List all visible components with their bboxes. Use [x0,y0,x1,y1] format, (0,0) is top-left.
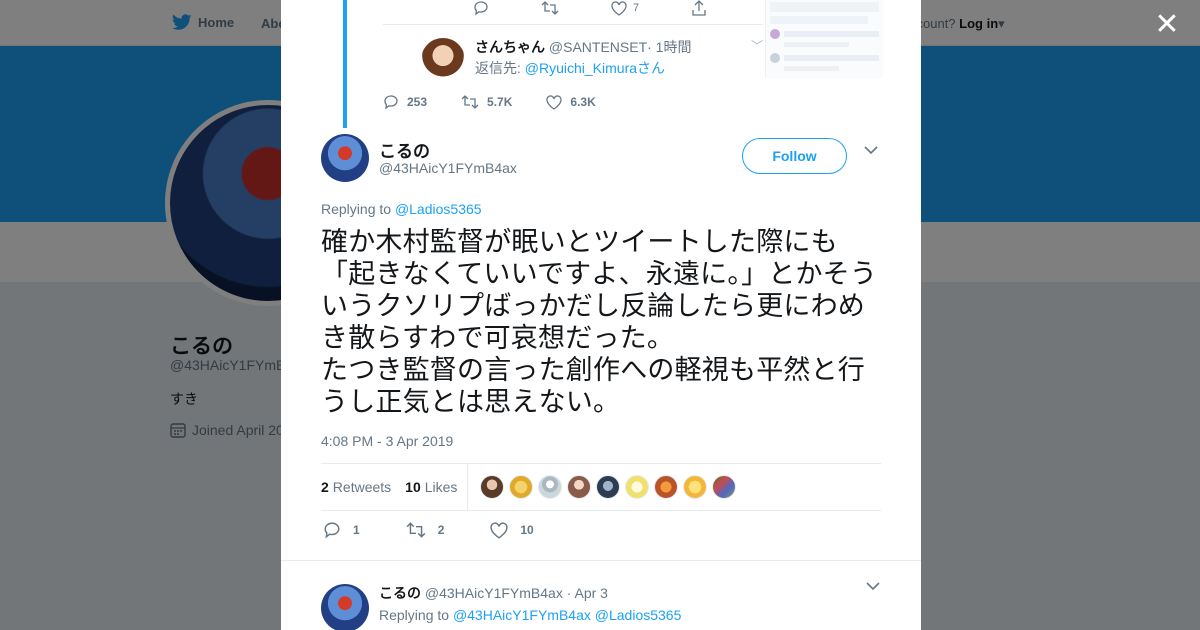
retweet-icon [406,522,426,538]
embedded-avatar [421,38,465,82]
embedded-replies: 253 [383,94,427,110]
likes-stat[interactable]: 10 Likes [401,479,467,495]
retweet-button[interactable]: 2 [406,521,445,539]
liker-avatar[interactable] [625,475,650,499]
tweet-modal: 7 さんちゃん @SANTENSET· 1時間 ﹀ 返信先: @Ryuichi_… [281,0,921,630]
like-count: 10 [520,523,534,537]
replying-target-link[interactable]: @Ladios5365 [395,201,482,217]
quoted-screenshot: 7 さんちゃん @SANTENSET· 1時間 ﹀ 返信先: @Ryuichi_… [343,0,883,128]
liker-avatar[interactable] [683,475,708,499]
tweet-text: 確か木村監督が眠いとツイートした際にも 「起きなくていいですよ、永遠に。」とかそ… [321,227,878,418]
mini-like-count: 7 [633,2,640,14]
close-icon[interactable]: ✕ [1152,10,1182,40]
embedded-author: さんちゃん @SANTENSET· 1時間 [475,37,691,57]
liker-avatar[interactable] [538,475,563,499]
screenshot-thumbnail [765,0,883,78]
reply-count: 1 [353,523,360,537]
reply-header: こるの @43HAicY1FYmB4ax · Apr 3 [379,583,608,603]
embedded-retweets-count: 5.7K [487,95,513,109]
reply-target-link[interactable]: @Ladios5365 [595,607,682,623]
liker-avatar[interactable] [712,475,737,499]
reply-replying-to: Replying to @43HAicY1FYmB4ax @Ladios5365 [379,607,681,623]
likers-avatars [480,475,737,499]
screenshot-image: 7 さんちゃん @SANTENSET· 1時間 ﹀ 返信先: @Ryuichi_… [363,0,763,88]
mini-like: 7 [611,0,640,16]
share-icon [692,0,706,16]
follow-button[interactable]: Follow [742,138,847,174]
retweet-count: 2 [437,523,445,537]
embedded-reply-label: 返信先: [475,60,525,76]
retweets-label: Retweets [332,479,392,495]
chevron-down-icon[interactable] [866,582,880,591]
reply-date[interactable]: · Apr 3 [567,585,608,601]
reply-button[interactable]: 1 [323,521,360,539]
author-handle[interactable]: @43HAicY1FYmB4ax [379,160,517,176]
retweets-stat[interactable]: 2 Retweets [321,479,401,495]
embedded-reply-target: @Ryuichi_Kimuraさん [524,60,666,76]
liker-avatar[interactable] [509,475,534,499]
reply-icon [324,522,340,539]
retweets-count: 2 [321,479,329,495]
chevron-down-icon[interactable] [864,146,878,155]
author-avatar[interactable] [321,134,369,182]
liker-avatar[interactable] [480,475,505,499]
liker-avatar[interactable] [596,475,621,499]
liker-avatar[interactable] [567,475,592,499]
reply-target-link[interactable]: @43HAicY1FYmB4ax [453,607,591,623]
embedded-likes-count: 6.3K [570,95,596,109]
embedded-author-name: さんちゃん [475,39,545,55]
tweet-timestamp[interactable]: 4:08 PM - 3 Apr 2019 [321,433,453,449]
reply-icon [474,1,488,16]
retweet-icon [541,1,559,15]
tweet-actions: 1 2 10 [323,521,534,539]
mini-action-bar: 7 [473,0,707,16]
reply-divider [281,560,921,561]
stats-divider [467,463,469,511]
embedded-reply-line: 返信先: @Ryuichi_Kimuraさん [475,58,665,78]
chevron-down-icon: ﹀ [751,39,764,53]
replying-prefix: Replying to [321,201,395,217]
retweet-icon [461,95,479,109]
reply-replying-prefix: Replying to [379,607,453,623]
reply-author-handle[interactable]: @43HAicY1FYmB4ax [425,585,563,601]
mini-divider [383,24,763,25]
liker-avatar[interactable] [654,475,679,499]
heart-icon [490,521,508,539]
heart-icon [546,94,563,110]
reply-icon [384,95,398,110]
likes-label: Likes [424,479,458,495]
author-name[interactable]: こるの [379,137,430,162]
embedded-author-handle: @SANTENSET [548,39,648,55]
embedded-replies-count: 253 [407,95,428,109]
likes-count: 10 [405,479,421,495]
embedded-retweets: 5.7K [461,94,512,110]
heart-icon [611,0,627,16]
embedded-author-time: · 1時間 [647,39,692,55]
reply-author-name[interactable]: こるの [379,585,421,601]
embedded-stats: 253 5.7K 6.3K [383,94,596,110]
embedded-likes: 6.3K [546,94,596,110]
like-button[interactable]: 10 [490,521,534,539]
reply-avatar[interactable] [321,584,369,630]
replying-to: Replying to @Ladios5365 [321,201,482,217]
tweet-stats: 2 Retweets 10 Likes [321,463,881,511]
